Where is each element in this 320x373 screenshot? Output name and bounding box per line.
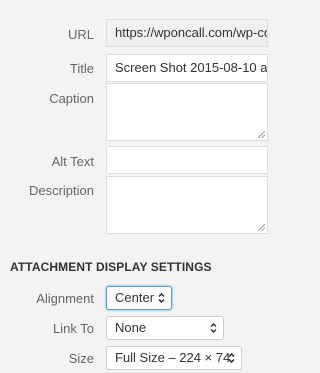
- resize-grip-icon[interactable]: [258, 224, 265, 231]
- url-label: URL: [67, 27, 94, 42]
- link-to-select[interactable]: None: [106, 316, 224, 340]
- attachment-display-settings-heading: ATTACHMENT DISPLAY SETTINGS: [10, 260, 212, 274]
- link-to-value: None: [115, 320, 147, 335]
- alt-text-field[interactable]: [106, 146, 268, 174]
- url-field[interactable]: https://wponcall.com/wp-co: [106, 19, 268, 47]
- size-select[interactable]: Full Size – 224 × 74: [106, 346, 242, 370]
- caption-label: Caption: [49, 91, 94, 106]
- size-label: Size: [68, 351, 94, 366]
- alt-text-label: Alt Text: [51, 154, 94, 169]
- size-value: Full Size – 224 × 74: [115, 350, 231, 365]
- up-down-chevron-icon: [228, 353, 235, 363]
- title-label: Title: [69, 61, 94, 76]
- alignment-select[interactable]: Center: [106, 286, 172, 310]
- link-to-label: Link To: [53, 321, 94, 336]
- resize-grip-icon[interactable]: [258, 131, 265, 138]
- title-field[interactable]: Screen Shot 2015-08-10 at 4: [106, 54, 268, 82]
- caption-field[interactable]: [106, 83, 268, 141]
- description-field[interactable]: [106, 176, 268, 234]
- up-down-chevron-icon: [158, 293, 165, 303]
- up-down-chevron-icon: [210, 323, 217, 333]
- description-label: Description: [28, 183, 94, 198]
- alignment-value: Center: [115, 290, 155, 305]
- alignment-label: Alignment: [36, 291, 94, 306]
